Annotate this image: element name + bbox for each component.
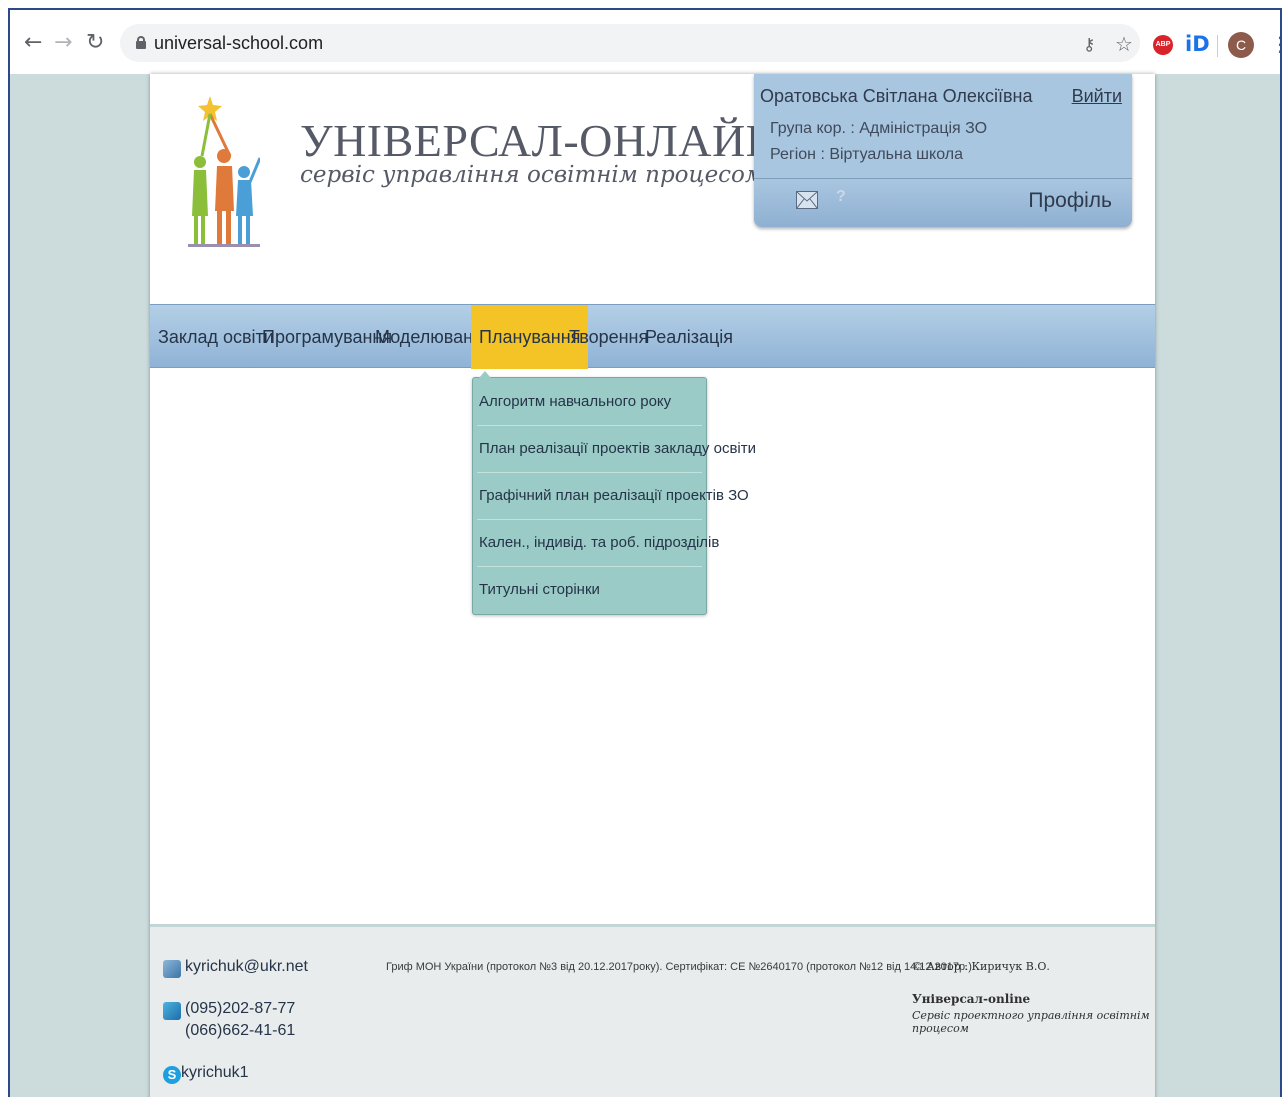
user-name: Оратовська Світлана Олексіївна: [760, 86, 1033, 106]
toolbar-separator: [1217, 35, 1218, 57]
user-group: Група кор. : Адміністрація ЗО: [770, 120, 988, 137]
footer-author: © Автор : Киричук В.О.: [912, 960, 1050, 973]
bookmark-star-icon[interactable]: ☆: [1115, 32, 1133, 56]
address-bar[interactable]: universal-school.com: [120, 24, 1140, 62]
lock-icon: [136, 36, 146, 49]
footer-phone-1: (095)202-87-77: [185, 1000, 296, 1017]
back-arrow-icon[interactable]: ←: [24, 32, 42, 54]
planning-dropdown-menu: Алгоритм навчального року План реалізаці…: [472, 371, 756, 615]
nav-item-creation[interactable]: Творення: [569, 305, 648, 369]
user-panel-actions: ? Профіль: [754, 179, 1132, 227]
dropdown-item-calendar-plans[interactable]: Кален., індивід. та роб. підрозділів: [473, 519, 719, 566]
footer-brand: Універсал-online: [912, 992, 1031, 1006]
nav-item-programming[interactable]: Програмування: [262, 305, 392, 369]
mail-icon[interactable]: [796, 191, 818, 209]
key-icon[interactable]: ⚷: [1083, 35, 1095, 55]
dropdown-item-school-year-algorithm[interactable]: Алгоритм навчального року: [473, 378, 706, 425]
id-extension-icon[interactable]: iD: [1185, 32, 1210, 56]
forward-arrow-icon[interactable]: →: [54, 32, 72, 54]
footer-slogan: Сервіс проектного управління освітнім пр…: [912, 1009, 1150, 1035]
reload-icon[interactable]: ↻: [86, 32, 104, 54]
dropdown-item-project-plan[interactable]: План реалізації проектів закладу освіти: [473, 425, 756, 472]
footer-phone-2: (066)662-41-61: [185, 1022, 296, 1039]
logout-link[interactable]: Вийти: [1072, 86, 1122, 107]
footer-certification: Гриф МОН України (протокол №3 від 20.12.…: [386, 961, 972, 973]
page-footer: kyrichuk@ukr.net (095)202-87-77 (066)662…: [150, 924, 1155, 1097]
footer-skype[interactable]: kyrichuk1: [181, 1064, 249, 1082]
browser-menu-icon[interactable]: ⋮: [1270, 32, 1280, 56]
browser-toolbar: ← → ↻ universal-school.com ⚷ ☆ ABP iD C …: [10, 10, 1280, 74]
site-page: УНІВЕРСАЛ-ОНЛАЙН сервіс управління освіт…: [150, 74, 1155, 1097]
user-panel: Оратовська Світлана Олексіївна Вийти Гру…: [754, 74, 1132, 227]
dropdown-item-title-pages[interactable]: Титульні сторінки: [473, 566, 706, 613]
main-navigation: Заклад освіти Програмування Моделювання …: [150, 304, 1155, 369]
nav-item-institution[interactable]: Заклад освіти: [158, 305, 274, 369]
phone-icon: [163, 1002, 181, 1020]
footer-email[interactable]: kyrichuk@ukr.net: [185, 958, 308, 976]
site-subtitle: сервіс управління освітнім процесом: [300, 162, 764, 188]
email-icon: [163, 960, 181, 978]
profile-link[interactable]: Профіль: [1028, 189, 1112, 213]
browser-window: ← → ↻ universal-school.com ⚷ ☆ ABP iD C …: [8, 8, 1282, 1097]
site-title: УНІВЕРСАЛ-ОНЛАЙН: [300, 115, 780, 166]
profile-avatar[interactable]: C: [1228, 32, 1254, 58]
adblock-icon[interactable]: ABP: [1153, 35, 1173, 55]
logo-children-icon: [188, 96, 260, 247]
skype-icon: S: [163, 1066, 181, 1084]
nav-item-realization[interactable]: Реалізація: [645, 305, 733, 369]
dropdown-item-graphic-plan[interactable]: Графічний план реалізації проектів ЗО: [473, 472, 749, 519]
url-text[interactable]: universal-school.com: [154, 33, 323, 54]
help-icon[interactable]: ?: [836, 188, 846, 206]
user-region: Регіон : Віртуальна школа: [770, 146, 963, 163]
